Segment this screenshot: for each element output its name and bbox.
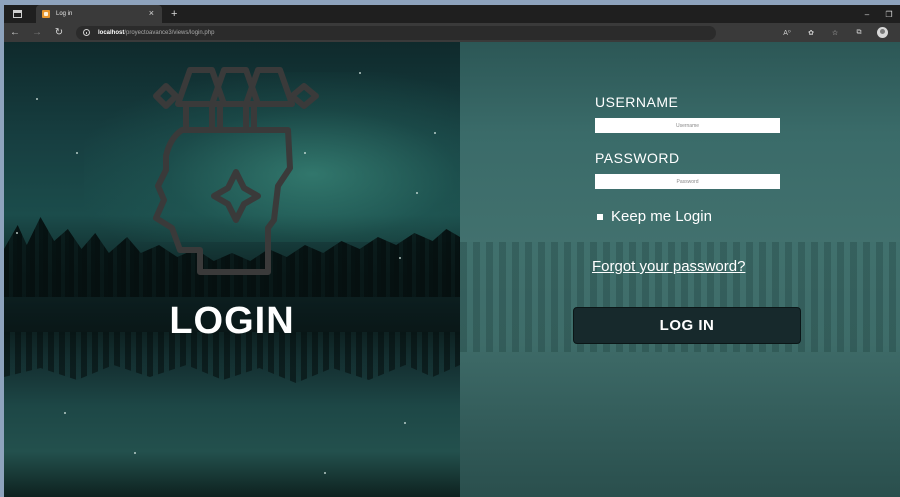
password-input[interactable] — [595, 174, 780, 189]
address-bar[interactable]: localhost /proyectoavance3/views/login.p… — [76, 25, 716, 40]
forward-button[interactable]: → — [26, 27, 48, 38]
star — [399, 257, 401, 259]
new-tab-button[interactable]: + — [171, 8, 177, 20]
restore-button[interactable]: ❐ — [878, 10, 900, 19]
browser-toolbar: ← → ↻ localhost /proyectoavance3/views/l… — [4, 23, 900, 42]
star — [416, 192, 418, 194]
url-path: /proyectoavance3/views/login.php — [124, 29, 215, 36]
window-controls: – ❐ — [856, 5, 900, 23]
forgot-password-link[interactable]: Forgot your password? — [592, 258, 745, 275]
browser-window: Log in × + – ❐ ← → ↻ localhost /proyecto… — [4, 5, 900, 497]
star — [76, 152, 78, 154]
favorites-icon[interactable]: ☆ — [823, 29, 847, 37]
username-label: USERNAME — [595, 94, 679, 110]
login-button[interactable]: LOG IN — [573, 307, 801, 344]
minimize-button[interactable]: – — [856, 10, 878, 19]
login-heading: LOGIN — [169, 300, 295, 342]
password-label: PASSWORD — [595, 150, 680, 166]
star — [434, 132, 436, 134]
star — [36, 98, 38, 100]
star — [404, 422, 406, 424]
reload-button[interactable]: ↻ — [48, 27, 70, 38]
toolbar-actions: A⁰ ✿ ☆ ⧉ — [775, 23, 894, 42]
star — [359, 72, 361, 74]
tab-title: Log in — [56, 11, 73, 17]
tab-strip: Log in × + – ❐ — [4, 5, 900, 23]
login-page: LOGIN USERNAME PASSWORD Keep me Login Fo… — [4, 42, 900, 497]
back-button[interactable]: ← — [4, 27, 26, 38]
star — [16, 232, 18, 234]
star — [64, 412, 66, 414]
profile-avatar[interactable] — [877, 27, 888, 38]
head-stars-icon — [153, 67, 319, 275]
keep-login-checkbox[interactable] — [597, 213, 603, 220]
tab-login[interactable]: Log in × — [36, 5, 162, 23]
star — [134, 452, 136, 454]
star — [324, 472, 326, 474]
read-aloud-icon[interactable]: A⁰ — [775, 29, 799, 37]
keep-login-label: Keep me Login — [611, 208, 712, 225]
right-panel: USERNAME PASSWORD Keep me Login Forgot y… — [460, 42, 900, 497]
left-panel: LOGIN — [4, 42, 460, 497]
site-favicon-icon — [42, 10, 50, 18]
username-input[interactable] — [595, 118, 780, 133]
url-host: localhost — [98, 29, 125, 36]
site-info-icon[interactable] — [83, 29, 90, 36]
window-menu-icon[interactable] — [13, 10, 22, 18]
keep-login-row[interactable]: Keep me Login — [597, 208, 712, 225]
tracking-prevention-icon[interactable]: ✿ — [799, 29, 823, 37]
tab-close-icon[interactable]: × — [149, 8, 154, 18]
collections-icon[interactable]: ⧉ — [847, 29, 871, 37]
